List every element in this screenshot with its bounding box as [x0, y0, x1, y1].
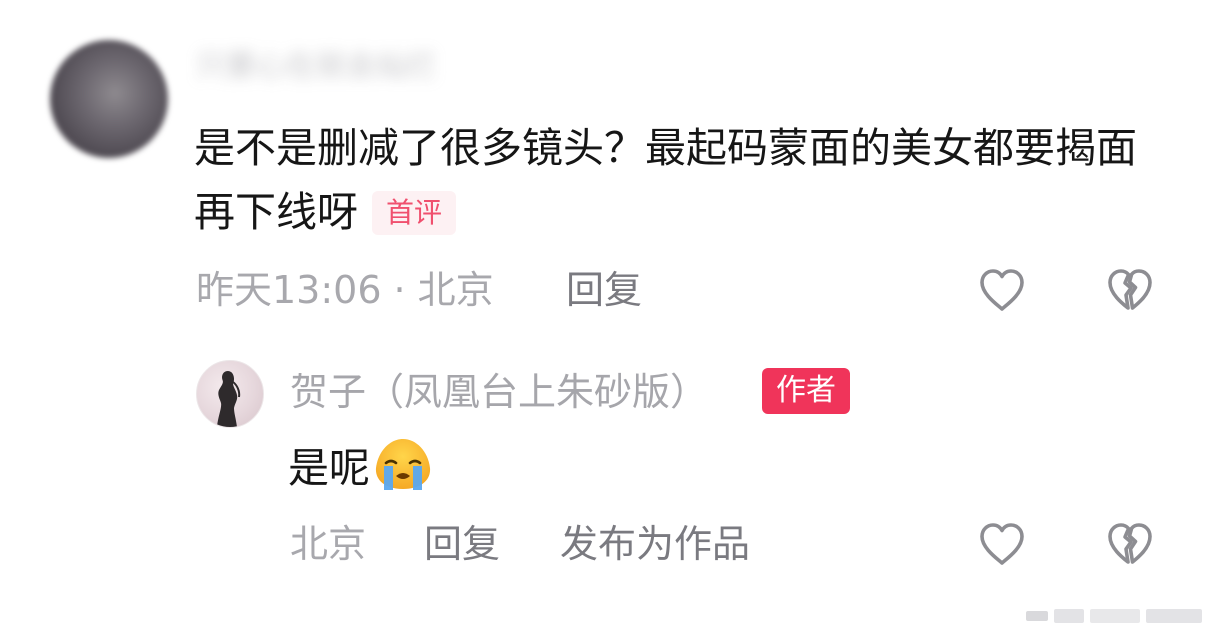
- broken-heart-icon[interactable]: [1104, 264, 1156, 316]
- first-comment-badge: 首评: [372, 191, 457, 235]
- watermark: [1026, 605, 1206, 627]
- avatar-silhouette-icon: [217, 371, 241, 427]
- reply-location: 北京: [290, 522, 367, 566]
- meta-separator: ·: [393, 268, 406, 312]
- reply-author-name[interactable]: 贺子（凤凰台上朱砂版）: [290, 364, 708, 420]
- reply-body: 是呢: [288, 436, 434, 494]
- comment-body: 是不是删减了很多镜头？最起码蒙面的美女都要揭面 再下线呀 首评: [194, 116, 1174, 244]
- comment-location: 北京: [417, 268, 494, 312]
- comment-author-name[interactable]: 只要心在就会灿烂: [196, 48, 436, 86]
- comment-thread: 只要心在就会灿烂 是不是删减了很多镜头？最起码蒙面的美女都要揭面 再下线呀 首评 …: [0, 0, 1220, 643]
- comment-meta: 昨天13:06 · 北京: [196, 264, 494, 316]
- publish-as-work-button[interactable]: 发布为作品: [560, 518, 750, 570]
- heart-outline-icon[interactable]: [976, 264, 1028, 316]
- author-badge: 作者: [762, 368, 850, 414]
- reply-reply-button[interactable]: 回复: [424, 518, 500, 570]
- heart-outline-icon[interactable]: [976, 518, 1028, 570]
- crying-face-emoji: [372, 436, 434, 492]
- broken-heart-icon[interactable]: [1104, 518, 1156, 570]
- avatar[interactable]: [50, 40, 168, 158]
- reply-text: 是呢: [288, 444, 370, 492]
- reply-button[interactable]: 回复: [566, 264, 642, 316]
- comment-text: 是不是删减了很多镜头？最起码蒙面的美女都要揭面 再下线呀: [194, 124, 1137, 236]
- reply-avatar[interactable]: [196, 360, 264, 428]
- comment-time: 昨天13:06: [196, 268, 382, 312]
